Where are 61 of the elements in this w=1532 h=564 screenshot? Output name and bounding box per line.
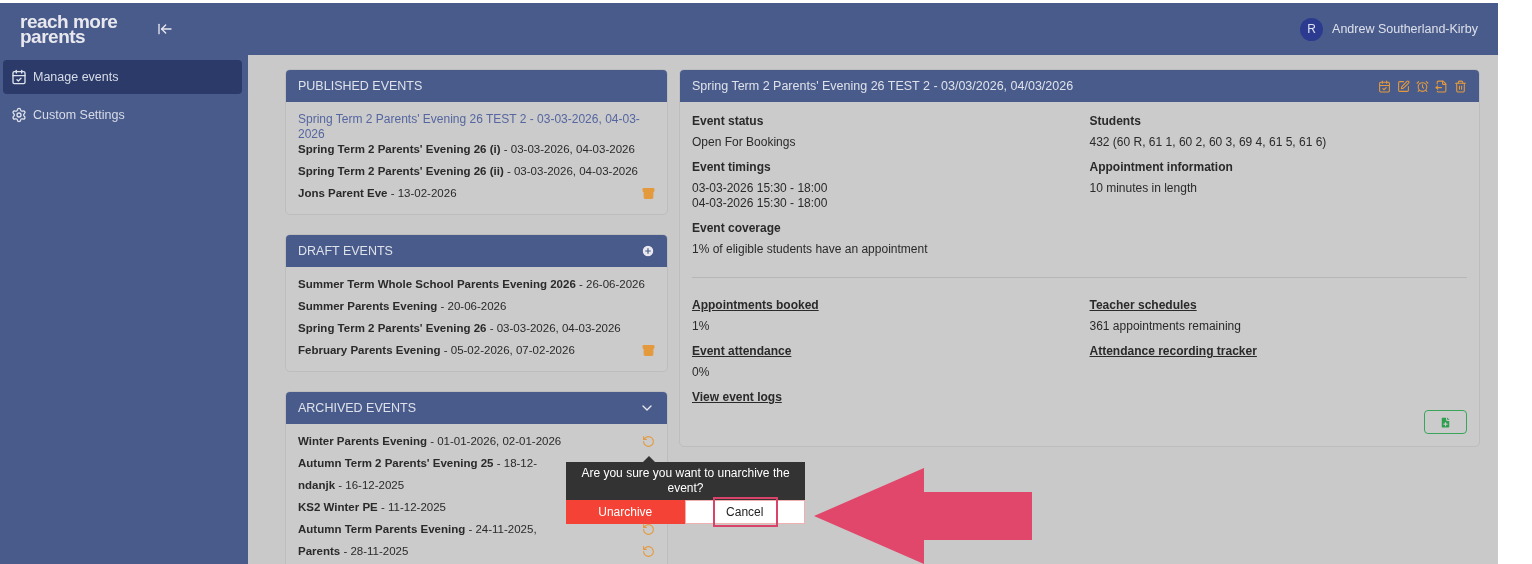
event-item[interactable]: Winter Parents Evening - 01-01-2026, 02-01-2026	[298, 434, 562, 449]
settings-icon	[11, 107, 27, 123]
calendar-icon	[11, 69, 27, 85]
field-value: 10 minutes in length	[1089, 181, 1198, 196]
calendar-icon[interactable]	[1378, 79, 1391, 93]
confirm-popover: Are you sure you want to unarchive the event?	[566, 462, 805, 500]
field-label: Event status	[692, 114, 765, 128]
archive-icon[interactable]	[642, 187, 655, 200]
stat-link[interactable]: Event attendance	[692, 344, 792, 358]
collapse-sidebar-icon[interactable]	[157, 21, 174, 37]
restore-icon[interactable]	[642, 435, 655, 448]
stat-value: 0%	[692, 365, 711, 380]
sidebar-item[interactable]: Custom Settings	[3, 98, 242, 132]
cancel-button[interactable]: Cancel	[684, 500, 805, 524]
event-item[interactable]: February Parents Evening - 05-02-2026, 07-02-2026	[298, 343, 575, 358]
event-item[interactable]: Jons Parent Eve - 13-02-2026	[298, 186, 457, 201]
highlight-frame	[713, 497, 778, 527]
field-value: 432 (60 R, 61 1, 60 2, 60 3, 69 4, 61 5, 61 6)	[1089, 135, 1328, 150]
field-label: Event coverage	[692, 221, 782, 235]
archive-icon[interactable]	[642, 344, 655, 357]
sidebar-item[interactable]: Manage events	[3, 60, 242, 94]
panel-title: PUBLISHED EVENTS	[298, 79, 423, 93]
user-avatar[interactable]: R	[1300, 17, 1324, 41]
add-icon[interactable]	[641, 244, 655, 258]
stat-link[interactable]: View event logs	[692, 390, 782, 404]
event-item[interactable]: Spring Term 2 Parents' Evening 26 TEST 2 - 03-03-2026, 04-03-2026	[298, 112, 655, 142]
popover-pointer	[643, 456, 655, 462]
event-item[interactable]: ndanjk - 16-12-2025	[298, 478, 405, 493]
panel-title: DRAFT EVENTS	[298, 244, 393, 258]
field-label: Event timings	[692, 160, 772, 174]
file-export-icon[interactable]	[1435, 79, 1448, 93]
restore-icon[interactable]	[642, 523, 655, 536]
event-item[interactable]: Autumn Term 2 Parents' Evening 25 - 18-12-	[298, 456, 537, 471]
file-plus-icon	[1439, 415, 1452, 429]
field-value: Open For Bookings	[692, 135, 797, 150]
event-item[interactable]: Spring Term 2 Parents' Evening 26 - 03-03-2026, 04-03-2026	[298, 321, 621, 336]
field-label: Appointment information	[1089, 160, 1234, 174]
panel-title: ARCHIVED EVENTS	[298, 401, 417, 415]
event-item[interactable]: Summer Parents Evening - 20-06-2026	[298, 299, 507, 314]
user-name: Andrew Southerland-Kirby	[1332, 22, 1478, 36]
stat-link[interactable]: Teacher schedules	[1089, 298, 1197, 312]
field-value: 03-03-2026 15:30 - 18:00 04-03-2026 15:30 - 18:00	[692, 181, 829, 211]
edit-icon[interactable]	[1397, 79, 1410, 93]
stat-value: 1%	[692, 319, 711, 334]
stat-value: 361 appointments remaining	[1089, 319, 1242, 334]
unarchive-button[interactable]: Unarchive	[566, 500, 685, 524]
event-item[interactable]: KS2 Winter PE - 11-12-2025	[298, 500, 446, 515]
event-item[interactable]: Parents - 28-11-2025	[298, 544, 409, 559]
stat-link[interactable]: Attendance recording tracker	[1089, 344, 1257, 358]
restore-icon[interactable]	[642, 545, 655, 558]
event-item[interactable]: Spring Term 2 Parents' Evening 26 (i) - 03-03-2026, 04-03-2026	[298, 142, 635, 157]
stat-link[interactable]: Appointments booked	[692, 298, 819, 312]
event-item[interactable]: Summer Term Whole School Parents Evening 2026 - 26-06-2026	[298, 277, 645, 292]
detail-title: Spring Term 2 Parents' Evening 26 TEST 2 - 03/03/2026, 04/03/2026	[692, 79, 1074, 93]
delete-icon[interactable]	[1454, 79, 1467, 93]
event-item[interactable]: Autumn Term Parents Evening - 24-11-2025,	[298, 522, 537, 537]
event-item[interactable]: Spring Term 2 Parents' Evening 26 (ii) - 03-03-2026, 04-03-2026	[298, 164, 638, 179]
field-label: Students	[1089, 114, 1142, 128]
add-file-button[interactable]	[1424, 410, 1467, 434]
field-value: 1% of eligible students have an appointment	[692, 242, 929, 257]
alarm-clock-icon[interactable]	[1416, 79, 1429, 93]
